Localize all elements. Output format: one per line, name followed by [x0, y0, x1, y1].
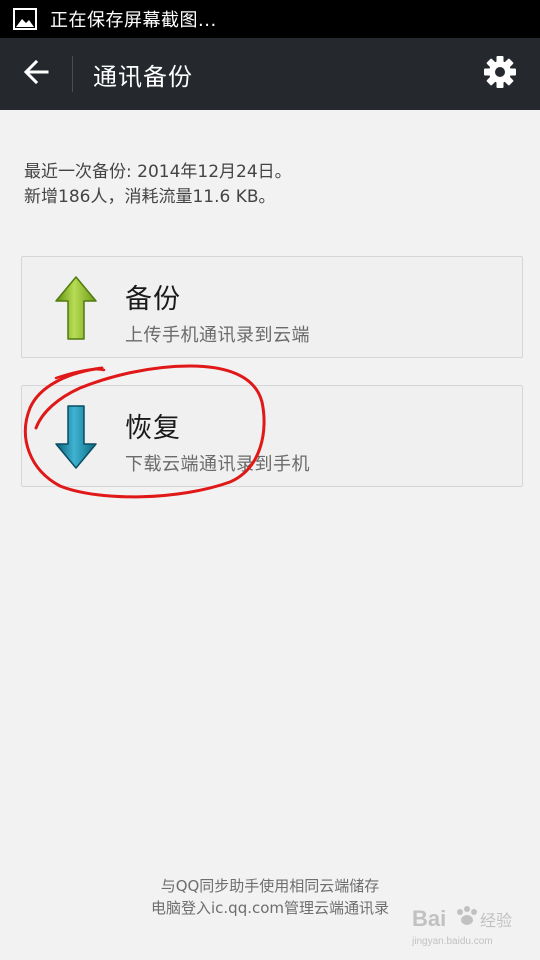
backup-subtitle: 上传手机通讯录到云端 — [125, 325, 310, 346]
watermark-brand: Bai — [412, 906, 446, 931]
status-notification-text: 正在保存屏幕截图... — [50, 10, 217, 31]
status-bar: 正在保存屏幕截图... — [0, 0, 540, 38]
settings-button[interactable] — [482, 56, 518, 92]
app-bar: 通讯备份 — [0, 38, 540, 110]
back-button[interactable] — [0, 38, 72, 110]
app-bar-divider — [72, 56, 73, 92]
backup-title: 备份 — [125, 284, 181, 315]
watermark-url: jingyan.baidu.com — [411, 936, 493, 947]
upload-arrow-icon — [54, 275, 98, 341]
backup-summary-text: 新增186人，消耗流量11.6 KB。 — [24, 187, 276, 207]
last-backup-text: 最近一次备份: 2014年12月24日。 — [24, 162, 292, 182]
download-arrow-icon — [54, 404, 98, 470]
restore-button[interactable]: 恢复 下载云端通讯录到手机 — [21, 385, 523, 487]
gear-icon — [483, 55, 517, 93]
baidu-jingyan-watermark: Bai 经验 jingyan.baidu.com — [411, 906, 512, 947]
image-icon — [12, 6, 38, 32]
footer-line-sync: 与QQ同步助手使用相同云端储存 — [160, 877, 380, 895]
watermark-brand-cn: 经验 — [480, 911, 512, 930]
backup-button[interactable]: 备份 上传手机通讯录到云端 — [21, 256, 523, 358]
backup-info: 最近一次备份: 2014年12月24日。 新增186人，消耗流量11.6 KB。 — [24, 160, 524, 210]
back-arrow-icon — [22, 58, 50, 90]
page-title: 通讯备份 — [93, 62, 193, 91]
paw-icon — [457, 906, 477, 925]
restore-title: 恢复 — [125, 413, 181, 444]
restore-subtitle: 下载云端通讯录到手机 — [125, 454, 310, 475]
